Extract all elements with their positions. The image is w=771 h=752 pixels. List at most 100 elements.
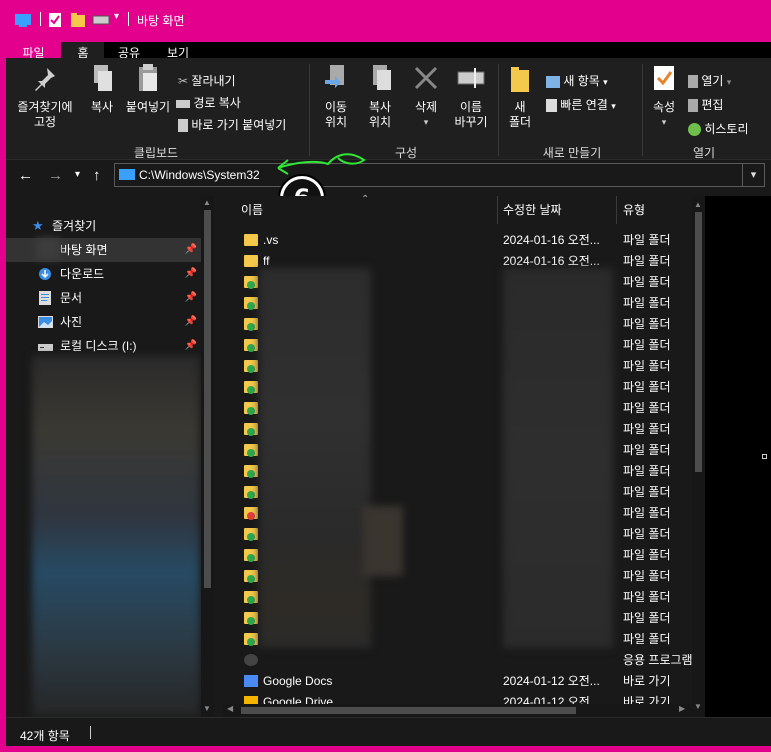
back-arrow-icon[interactable]: ← bbox=[18, 167, 33, 184]
nav-pictures-label: 사진 bbox=[60, 315, 83, 329]
column-header-date[interactable]: 수정한 날짜 bbox=[503, 196, 562, 224]
file-type: 파일 폴더 bbox=[623, 464, 671, 478]
rename-icon bbox=[457, 68, 485, 88]
folder-icon bbox=[244, 486, 258, 499]
explorer-window-icon bbox=[15, 14, 31, 27]
scroll-down-icon[interactable]: ▼ bbox=[203, 704, 211, 713]
blurred-names bbox=[259, 268, 371, 648]
nav-documents-label: 문서 bbox=[60, 291, 83, 305]
properties-quick-icon[interactable] bbox=[48, 12, 62, 28]
delete-label: 삭제 bbox=[414, 100, 438, 114]
shortcut-icon bbox=[178, 119, 188, 133]
annotation-arrow-icon bbox=[277, 153, 366, 175]
scroll-left-icon[interactable]: ◀ bbox=[227, 704, 233, 713]
column-separator[interactable] bbox=[616, 196, 617, 224]
edit-button[interactable]: 편집 bbox=[688, 96, 723, 113]
rename-button[interactable]: 이름 바꾸기 bbox=[446, 62, 496, 130]
copy-label: 복사 bbox=[90, 100, 114, 114]
blurred-dates bbox=[503, 268, 613, 648]
file-type: 파일 폴더 bbox=[623, 632, 671, 646]
properties-dropdown-icon[interactable]: ▾ bbox=[646, 115, 682, 130]
delete-button[interactable]: 삭제 ▾ bbox=[406, 62, 446, 130]
up-arrow-icon[interactable]: ↑ bbox=[93, 167, 101, 184]
file-explorer-window: ▾ 바탕 화면 파일 홈 공유 보기 즐겨찾기에 고정 복사 붙여넣기 ✂ 잘라… bbox=[6, 6, 771, 746]
file-type: 파일 폴더 bbox=[623, 422, 671, 436]
new-folder-button[interactable]: 새 폴더 bbox=[502, 62, 538, 130]
easy-access-button[interactable]: 빠른 연결 ▾ bbox=[546, 96, 616, 113]
file-name: Google Docs bbox=[263, 674, 333, 688]
move-to-button[interactable]: 이동 위치 bbox=[314, 62, 358, 130]
new-folder-quick-icon[interactable] bbox=[70, 12, 86, 28]
file-list-scrollbar-thumb[interactable] bbox=[695, 212, 702, 472]
new-folder-label: 새 폴더 bbox=[508, 100, 532, 129]
file-date: 2024-01-12 오전... bbox=[503, 674, 600, 688]
copy-path-button[interactable]: 경로 복사 bbox=[176, 94, 241, 111]
pin-to-quick-access-label: 즐겨찾기에 고정 bbox=[17, 100, 73, 129]
copy-to-icon bbox=[373, 65, 391, 90]
delete-dropdown-icon[interactable]: ▾ bbox=[406, 115, 446, 130]
nav-pictures[interactable]: 사진 📌 bbox=[6, 310, 201, 334]
nav-scrollbar[interactable]: ▲ ▼ bbox=[201, 196, 214, 717]
file-type: 파일 폴더 bbox=[623, 233, 671, 247]
sync-ok-icon bbox=[247, 491, 255, 499]
copy-to-button[interactable]: 복사 위치 bbox=[358, 62, 402, 130]
address-dropdown-chevron-icon[interactable]: ▾ bbox=[743, 163, 765, 187]
folder-icon bbox=[244, 339, 258, 352]
file-row[interactable]: 응용 프로그램 bbox=[223, 650, 705, 671]
copy-to-label: 복사 위치 bbox=[368, 100, 392, 129]
address-bar[interactable]: C:\Windows\System32 bbox=[114, 163, 743, 187]
title-separator bbox=[40, 12, 41, 26]
folder-icon bbox=[244, 255, 258, 267]
sync-ok-icon bbox=[247, 617, 255, 625]
copy-button[interactable]: 복사 bbox=[82, 62, 122, 115]
properties-label: 속성 bbox=[652, 100, 676, 114]
pin-icon: 📌 bbox=[184, 316, 197, 327]
folder-icon bbox=[244, 465, 258, 478]
file-list-hscrollbar[interactable]: ◀ ▶ bbox=[223, 704, 692, 717]
forward-arrow-icon[interactable]: → bbox=[48, 167, 63, 184]
file-row[interactable]: .vs 2024-01-16 오전... 파일 폴더 bbox=[223, 230, 705, 251]
address-row: ← → ▾ ↑ C:\Windows\System32 ▾ bbox=[6, 161, 771, 191]
file-type: 응용 프로그램 bbox=[623, 653, 693, 667]
nav-quick-access[interactable]: ★ 즐겨찾기 bbox=[6, 214, 201, 238]
file-type: 파일 폴더 bbox=[623, 548, 671, 562]
sync-ok-icon bbox=[247, 344, 255, 352]
nav-documents[interactable]: 문서 📌 bbox=[6, 286, 201, 310]
sync-error-icon bbox=[247, 512, 255, 520]
scroll-up-icon[interactable]: ▲ bbox=[203, 198, 211, 207]
pin-to-quick-access-button[interactable]: 즐겨찾기에 고정 bbox=[10, 62, 80, 130]
file-list-scrollbar[interactable]: ▲ ▼ bbox=[692, 196, 705, 717]
recent-locations-chevron-icon[interactable]: ▾ bbox=[75, 169, 80, 180]
pin-icon: 📌 bbox=[184, 244, 197, 255]
paste-button[interactable]: 붙여넣기 bbox=[122, 62, 174, 115]
shortcut-icon bbox=[244, 675, 258, 687]
scroll-down-icon[interactable]: ▼ bbox=[694, 702, 702, 711]
nav-local-disk[interactable]: 로컬 디스크 (I:) 📌 bbox=[6, 334, 201, 358]
scroll-up-icon[interactable]: ▲ bbox=[694, 200, 702, 209]
properties-button[interactable]: 속성 ▾ bbox=[646, 62, 682, 130]
nav-downloads[interactable]: 다운로드 📌 bbox=[6, 262, 201, 286]
paste-shortcut-button[interactable]: 바로 가기 붙여넣기 bbox=[178, 116, 286, 133]
paste-label: 붙여넣기 bbox=[125, 100, 171, 114]
edit-label: 편집 bbox=[701, 98, 724, 112]
blurred-desktop-icon bbox=[36, 238, 60, 260]
rename-quick-icon[interactable] bbox=[92, 12, 110, 28]
customize-quick-access-icon[interactable]: ▾ bbox=[114, 11, 119, 27]
file-row[interactable]: Google Docs 2024-01-12 오전... 바로 가기 bbox=[223, 671, 705, 692]
open-button[interactable]: 열기 ▾ bbox=[688, 72, 731, 89]
sync-ok-icon bbox=[247, 407, 255, 415]
folder-icon bbox=[244, 234, 258, 246]
paste-shortcut-label: 바로 가기 붙여넣기 bbox=[191, 118, 287, 132]
folder-icon bbox=[244, 360, 258, 373]
column-header-type[interactable]: 유형 bbox=[623, 196, 645, 224]
window-title: 바탕 화면 bbox=[137, 14, 185, 28]
cut-button[interactable]: ✂ 잘라내기 bbox=[178, 72, 236, 89]
history-button[interactable]: 히스토리 bbox=[688, 120, 749, 137]
file-list-hscrollbar-thumb[interactable] bbox=[241, 707, 576, 714]
item-count: 42개 항목 bbox=[20, 729, 70, 743]
column-separator[interactable] bbox=[497, 196, 498, 224]
column-header-name[interactable]: 이름 bbox=[241, 196, 263, 224]
new-item-button[interactable]: 새 항목 ▾ bbox=[546, 72, 608, 89]
scroll-right-icon[interactable]: ▶ bbox=[679, 704, 685, 713]
nav-scrollbar-thumb[interactable] bbox=[204, 210, 211, 588]
